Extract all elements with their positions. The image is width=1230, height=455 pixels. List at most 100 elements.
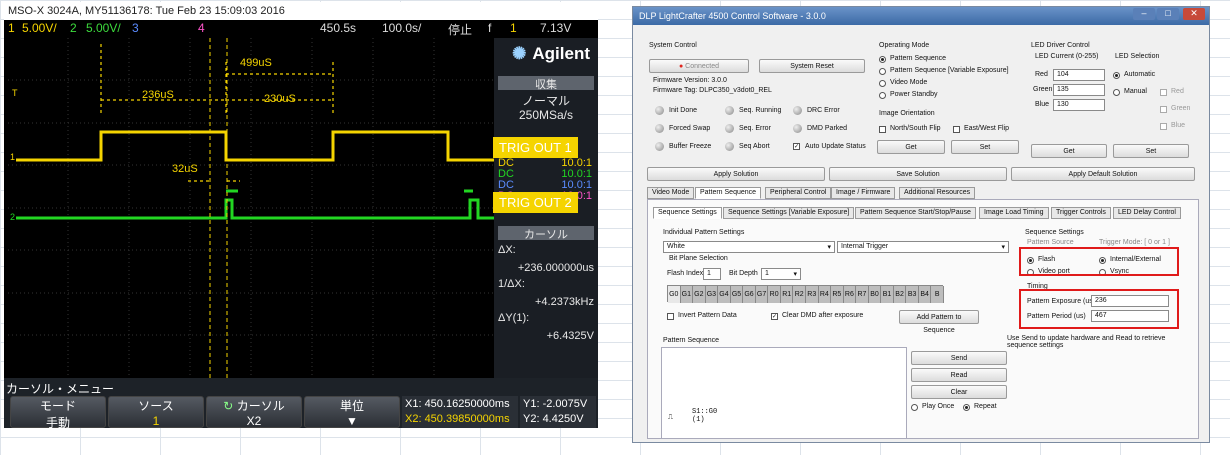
trigger-select[interactable]: Internal Trigger ▾ bbox=[837, 241, 1009, 253]
mode-pattern-seq-radio[interactable] bbox=[879, 56, 886, 63]
play-once-radio[interactable] bbox=[911, 404, 918, 411]
bit-plane-b3[interactable]: B3 bbox=[906, 286, 919, 303]
led-blue-checkbox[interactable] bbox=[1160, 123, 1167, 130]
bit-plane-g4[interactable]: G4 bbox=[718, 286, 731, 303]
forced-swap-led bbox=[655, 124, 664, 133]
color-select[interactable]: White ▾ bbox=[663, 241, 835, 253]
bit-plane-r0[interactable]: R0 bbox=[768, 286, 781, 303]
bit-plane-r7[interactable]: R7 bbox=[856, 286, 869, 303]
bit-plane-b[interactable]: B bbox=[931, 286, 944, 303]
subtab-sequence-settings-var[interactable]: Sequence Settings [Variable Exposure] bbox=[723, 207, 855, 219]
tab-peripheral-control[interactable]: Peripheral Control bbox=[765, 187, 832, 199]
bit-plane-g6[interactable]: G6 bbox=[743, 286, 756, 303]
bit-plane-r6[interactable]: R6 bbox=[843, 286, 857, 303]
subtab-led-delay[interactable]: LED Delay Control bbox=[1113, 207, 1181, 219]
softkey-mode[interactable]: モード 手動 bbox=[10, 396, 106, 428]
softkey-cursor[interactable]: ↻ カーソル X2 bbox=[206, 396, 302, 428]
agilent-logo: ✺ Agilent bbox=[512, 44, 590, 63]
tab-additional-resources[interactable]: Additional Resources bbox=[899, 187, 976, 199]
green-current-input[interactable]: 135 bbox=[1053, 84, 1105, 96]
subtab-trigger-controls[interactable]: Trigger Controls bbox=[1051, 207, 1111, 219]
bit-plane-r2[interactable]: R2 bbox=[793, 286, 806, 303]
led-auto-radio[interactable] bbox=[1113, 72, 1120, 79]
window-title: DLP LightCrafter 4500 Control Software -… bbox=[639, 11, 826, 21]
subtab-image-load-timing[interactable]: Image Load Timing bbox=[979, 207, 1049, 219]
tab-image-firmware[interactable]: Image / Firmware bbox=[831, 187, 896, 199]
bit-plane-b2[interactable]: B2 bbox=[893, 286, 907, 303]
maximize-button[interactable]: □ bbox=[1157, 8, 1179, 20]
bit-plane-b1[interactable]: B1 bbox=[881, 286, 894, 303]
bit-plane-g3[interactable]: G3 bbox=[705, 286, 719, 303]
dy-label: ΔY(1): bbox=[498, 312, 530, 324]
bit-plane-r4[interactable]: R4 bbox=[818, 286, 832, 303]
tab-video-mode[interactable]: Video Mode bbox=[647, 187, 695, 199]
seq-abort-label: Seq Abort bbox=[739, 143, 770, 150]
connected-button[interactable]: ● Connected bbox=[649, 59, 749, 73]
cursor-title: カーソル bbox=[498, 226, 594, 241]
bit-plane-g5[interactable]: G5 bbox=[730, 286, 744, 303]
save-solution-button[interactable]: Save Solution bbox=[829, 167, 1007, 181]
send-button[interactable]: Send bbox=[911, 351, 1007, 365]
bit-plane-g1[interactable]: G1 bbox=[680, 286, 694, 303]
east-west-checkbox[interactable] bbox=[953, 126, 960, 133]
subtab-start-stop[interactable]: Pattern Sequence Start/Stop/Pause bbox=[855, 207, 976, 219]
bit-plane-r3[interactable]: R3 bbox=[806, 286, 819, 303]
pattern-sequence-title: Pattern Sequence bbox=[663, 337, 720, 344]
invert-pattern-checkbox[interactable] bbox=[667, 313, 674, 320]
run-state: 停止 bbox=[448, 23, 473, 37]
ch1-number: 1 bbox=[8, 21, 15, 35]
led-red-checkbox[interactable] bbox=[1160, 89, 1167, 96]
tab-pattern-sequence[interactable]: Pattern Sequence bbox=[695, 187, 762, 199]
bit-plane-g7[interactable]: G7 bbox=[755, 286, 769, 303]
clear-dmd-checkbox[interactable]: ✓ bbox=[771, 313, 778, 320]
trig-out-1-label: TRIG OUT 1 bbox=[493, 137, 578, 158]
y2-readout: Y2: 4.4250V bbox=[523, 413, 584, 425]
sequence-item[interactable]: S1::G0 (1) bbox=[692, 408, 717, 424]
mode-standby-radio[interactable] bbox=[879, 92, 886, 99]
repeat-radio[interactable] bbox=[963, 404, 970, 411]
red-current-input[interactable]: 104 bbox=[1053, 69, 1105, 81]
sequence-settings-title: Sequence Settings bbox=[1025, 229, 1084, 236]
flash-index-label: Flash Index bbox=[667, 270, 704, 277]
ch3-number: 3 bbox=[132, 21, 139, 35]
bit-plane-g2[interactable]: G2 bbox=[693, 286, 706, 303]
mode-video-label: Video Mode bbox=[890, 79, 928, 86]
repeat-label: Repeat bbox=[974, 403, 997, 410]
mode-video-radio[interactable] bbox=[879, 80, 886, 87]
pattern-sequence-list[interactable]: ⎍ S1::G0 (1) bbox=[661, 347, 907, 439]
orientation-get-button[interactable]: Get bbox=[877, 140, 945, 154]
apply-default-button[interactable]: Apply Default Solution bbox=[1011, 167, 1195, 181]
dx-value: +236.000000us bbox=[517, 262, 594, 274]
orientation-set-button[interactable]: Set bbox=[951, 140, 1019, 154]
seq-error-led bbox=[725, 124, 734, 133]
mode-pattern-seq-var-radio[interactable] bbox=[879, 68, 886, 75]
clear-button[interactable]: Clear bbox=[911, 385, 1007, 399]
blue-current-input[interactable]: 130 bbox=[1053, 99, 1105, 111]
subtab-sequence-settings[interactable]: Sequence Settings bbox=[653, 207, 722, 219]
flash-index-spinner[interactable]: 1 bbox=[703, 268, 721, 280]
auto-update-checkbox[interactable]: ✓ bbox=[793, 143, 800, 150]
led-get-button[interactable]: Get bbox=[1031, 144, 1107, 158]
led-green-checkbox[interactable] bbox=[1160, 106, 1167, 113]
trigger-level: 7.13V bbox=[540, 21, 572, 35]
bit-plane-g0[interactable]: G0 bbox=[668, 286, 681, 303]
read-button[interactable]: Read bbox=[911, 368, 1007, 382]
led-set-button[interactable]: Set bbox=[1113, 144, 1189, 158]
bit-plane-b4[interactable]: B4 bbox=[918, 286, 932, 303]
led-manual-radio[interactable] bbox=[1113, 89, 1120, 96]
seq-running-label: Seq. Running bbox=[739, 107, 782, 114]
minimize-button[interactable]: – bbox=[1133, 8, 1155, 20]
bit-depth-select[interactable]: 1 ▾ bbox=[761, 268, 801, 280]
apply-solution-button[interactable]: Apply Solution bbox=[647, 167, 825, 181]
auto-update-label: Auto Update Status bbox=[805, 143, 866, 150]
bit-plane-r1[interactable]: R1 bbox=[780, 286, 794, 303]
bit-plane-r5[interactable]: R5 bbox=[831, 286, 844, 303]
softkey-units[interactable]: 単位 ▼ bbox=[304, 396, 400, 428]
north-south-checkbox[interactable] bbox=[879, 126, 886, 133]
softkey-source[interactable]: ソース 1 bbox=[108, 396, 204, 428]
individual-pattern-title: Individual Pattern Settings bbox=[663, 229, 745, 236]
system-reset-button[interactable]: System Reset bbox=[759, 59, 865, 73]
bit-plane-b0[interactable]: B0 bbox=[868, 286, 882, 303]
add-pattern-button[interactable]: Add Pattern to Sequence bbox=[899, 310, 979, 334]
close-button[interactable]: ✕ bbox=[1183, 8, 1205, 20]
